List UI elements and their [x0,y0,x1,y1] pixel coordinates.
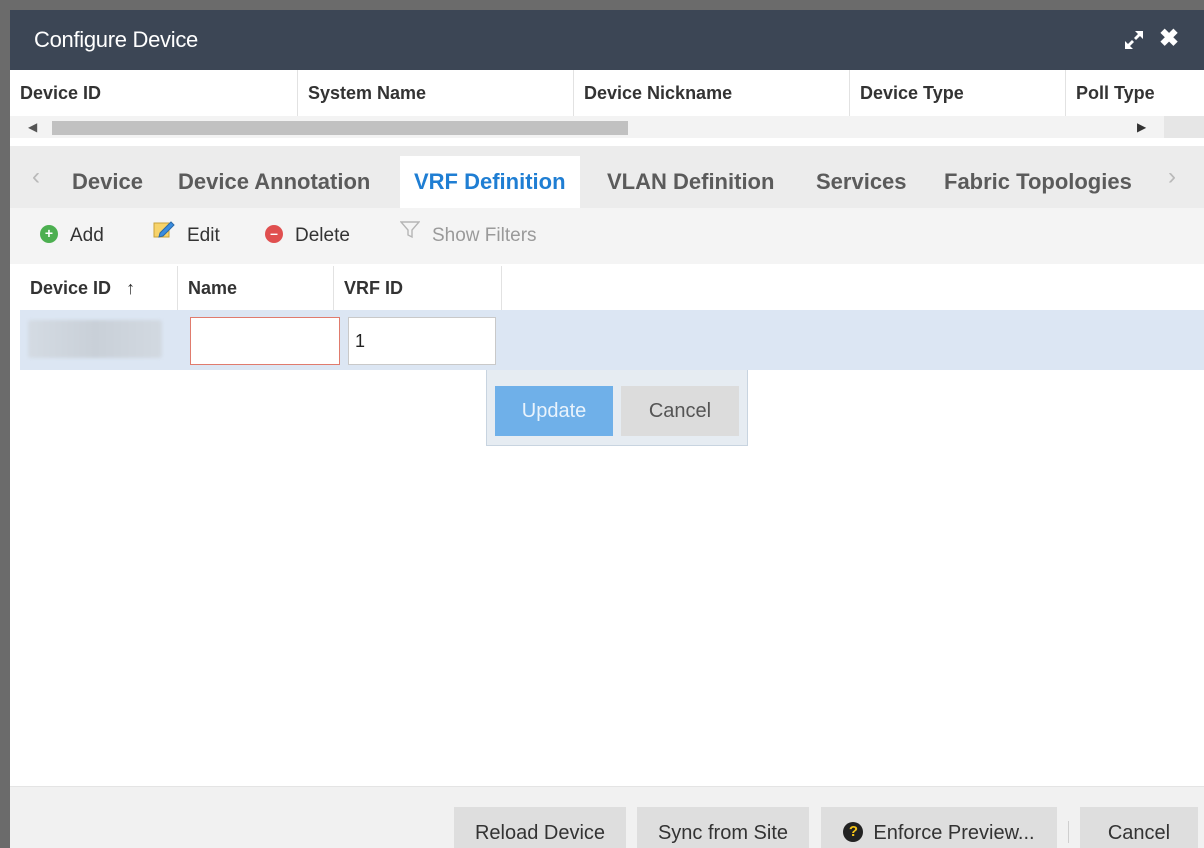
device-table-header: Device ID System Name Device Nickname De… [10,70,1204,117]
chevron-right-icon[interactable]: › [1168,146,1176,208]
sync-from-site-button[interactable]: Sync from Site [637,807,809,848]
scroll-right-icon[interactable]: ▶ [1137,120,1146,134]
scrollbar-thumb[interactable] [52,121,628,135]
dialog-titlebar: Configure Device ✖ [10,10,1204,70]
help-question-icon: ? [843,821,864,842]
horizontal-scrollbar[interactable]: ◀ ▶ [10,116,1204,138]
dialog-footer: Reload Device Sync from Site ? Enforce Pr… [10,786,1204,848]
tab-device[interactable]: Device [72,156,143,208]
edit-button[interactable]: Edit [153,208,220,264]
scrollbar-corner [1164,116,1204,138]
column-system-name[interactable]: System Name [298,70,574,116]
tab-vlan-definition[interactable]: VLAN Definition [607,156,774,208]
device-id-cell-redacted [28,320,162,358]
tab-device-annotation[interactable]: Device Annotation [178,156,370,208]
enforce-preview-button[interactable]: ? Enforce Preview... [821,807,1057,848]
show-filters-button[interactable]: Show Filters [399,206,537,264]
expand-icon[interactable] [1121,27,1147,53]
tab-vrf-definition[interactable]: VRF Definition [400,156,580,208]
vrf-grid-header: Device ID ↑ Name VRF ID [20,266,1204,311]
add-button[interactable]: + Add [40,208,104,264]
reload-device-button[interactable]: Reload Device [454,807,626,848]
sort-ascending-icon: ↑ [126,278,136,298]
filter-icon [399,206,421,262]
column-device-type[interactable]: Device Type [850,70,1066,116]
enforce-preview-label: Enforce Preview... [873,822,1035,844]
column-poll-type[interactable]: Poll Type [1066,70,1204,116]
column-vrf-device-id[interactable]: Device ID ↑ [20,266,178,310]
footer-divider [1068,821,1069,843]
row-cancel-button[interactable]: Cancel [621,386,739,436]
column-vrf-name[interactable]: Name [178,266,334,310]
configure-device-dialog: Configure Device ✖ Device ID System Name… [10,10,1204,848]
grid-toolbar: + Add Edit – Delete Show Filters [10,208,1204,264]
tab-fabric-topologies[interactable]: Fabric Topologies [944,156,1132,208]
table-row[interactable] [20,310,1204,370]
vrf-id-input[interactable] [348,317,496,365]
delete-icon: – [265,224,283,243]
edit-icon [153,206,175,262]
tab-strip: ‹ Device Device Annotation VRF Definitio… [10,146,1204,208]
delete-button[interactable]: – Delete [265,208,350,264]
add-icon: + [40,224,58,243]
dialog-title: Configure Device [34,27,198,52]
column-vrf-device-id-label: Device ID [30,278,112,298]
edit-label: Edit [187,225,220,247]
footer-cancel-button[interactable]: Cancel [1080,807,1198,848]
add-label: Add [70,225,104,246]
scroll-left-icon[interactable]: ◀ [28,120,37,134]
close-icon[interactable]: ✖ [1157,25,1181,53]
show-filters-label: Show Filters [432,225,537,247]
tab-services[interactable]: Services [816,156,907,208]
column-device-nickname[interactable]: Device Nickname [574,70,850,116]
row-editor-panel: Update Cancel [486,370,748,446]
update-button[interactable]: Update [495,386,613,436]
column-vrf-id[interactable]: VRF ID [334,266,502,310]
chevron-left-icon[interactable]: ‹ [32,146,40,208]
delete-label: Delete [295,225,350,246]
vrf-name-input[interactable] [190,317,340,365]
column-device-id[interactable]: Device ID [10,70,298,116]
